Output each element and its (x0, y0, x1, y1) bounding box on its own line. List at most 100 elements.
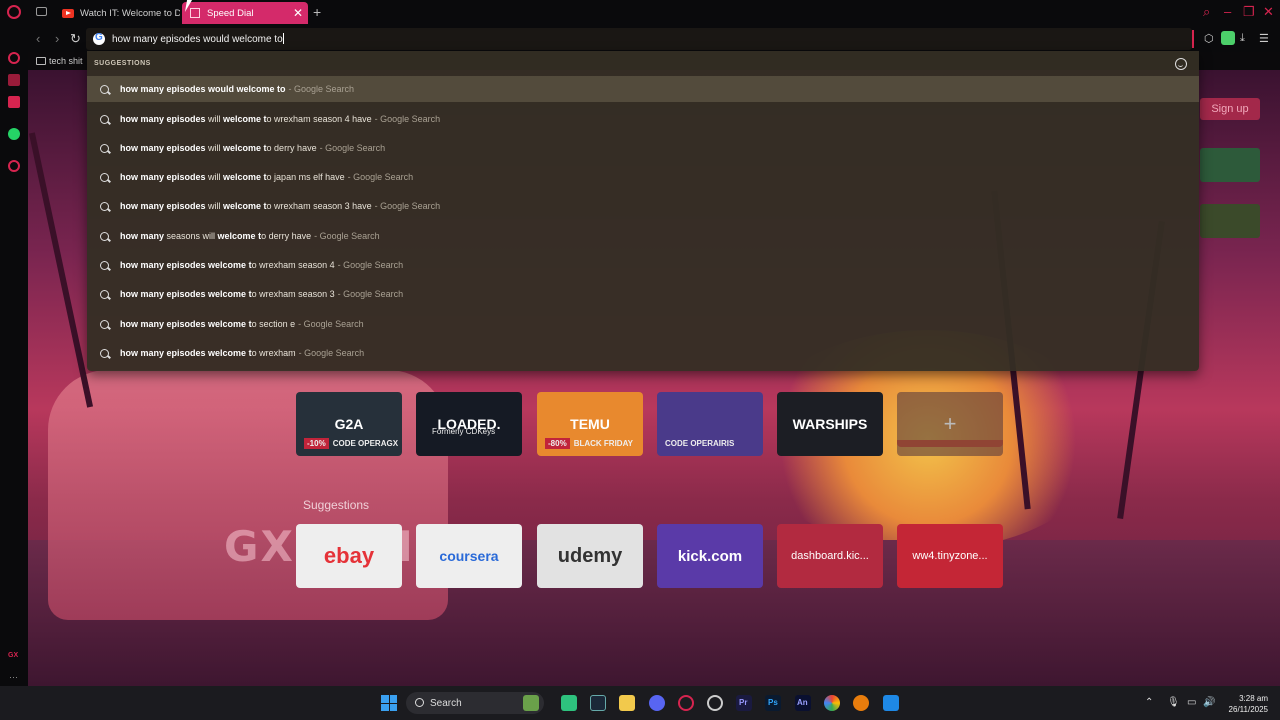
tile-caption: -80% BLACK FRIDAY (545, 438, 633, 449)
side-thumbnail[interactable] (1200, 148, 1260, 182)
speed-dial-tile-g2a[interactable]: G2A -10% CODE OPERAGX (296, 392, 402, 456)
tile-title: dashboard.kic... (791, 550, 869, 562)
speed-dial-tile-game[interactable]: CODE OPERAIRIS (657, 392, 763, 456)
gx-corner-icon[interactable] (8, 74, 20, 86)
suggestion-tile-coursera[interactable]: coursera (416, 524, 522, 588)
tray-chevron-icon[interactable]: ⌃ (1145, 697, 1153, 708)
suggestion-tile-kick[interactable]: kick.com (657, 524, 763, 588)
palm-tree (28, 132, 94, 408)
reload-icon[interactable]: ↻ (70, 31, 81, 47)
tile-title: kick.com (677, 547, 743, 565)
close-window-icon[interactable]: ✕ (1263, 4, 1274, 20)
minimize-icon[interactable]: – (1224, 4, 1231, 19)
tile-caption: Formerly CDKeys (432, 427, 496, 436)
suggestion-row[interactable]: how many episodes welcome to wrexham - G… (87, 340, 1199, 366)
microphone-icon[interactable]: 🎙 (1167, 697, 1180, 708)
mail-icon[interactable] (8, 96, 20, 108)
suggestion-row[interactable]: how many episodes welcome to wrexham sea… (87, 252, 1199, 278)
volume-icon[interactable]: 🔊 (1203, 697, 1215, 708)
whatsapp-icon[interactable] (8, 128, 20, 140)
tile-title: udemy (557, 544, 623, 567)
photoshop-icon[interactable]: Ps (765, 695, 781, 711)
search-icon (415, 698, 424, 707)
google-icon (93, 32, 105, 45)
back-icon[interactable]: ‹ (36, 31, 40, 46)
suggestion-tile-udemy[interactable]: udemy (537, 524, 643, 588)
address-input[interactable]: how many episodes would welcome to (112, 33, 284, 45)
suggestion-row[interactable]: how many seasons will welcome to derry h… (87, 223, 1199, 249)
suggestion-tile-tinyzone[interactable]: ww4.tinyzone... (897, 524, 1003, 588)
premiere-icon[interactable]: Pr (736, 695, 752, 711)
chrome-icon[interactable] (824, 695, 840, 711)
animate-icon[interactable]: An (795, 695, 811, 711)
display-icon[interactable]: ▭ (1187, 697, 1196, 708)
tile-caption: -10% CODE OPERAGX (304, 438, 398, 449)
suggestion-row[interactable]: how many episodes will welcome to japan … (87, 164, 1199, 190)
speed-dial-tile-loaded[interactable]: LOADED. Formerly CDKeys (416, 392, 522, 456)
close-tab-icon[interactable]: ✕ (293, 6, 303, 20)
opera-gx-icon[interactable] (678, 695, 694, 711)
tile-title: TEMU (570, 416, 610, 432)
gx-logo: GX (8, 652, 19, 659)
tile-title: ww4.tinyzone... (912, 550, 988, 562)
forward-icon[interactable]: › (55, 31, 59, 46)
system-clock[interactable]: 3:28 am 26/11/2025 (1229, 693, 1268, 715)
side-thumbnail[interactable] (1200, 204, 1260, 238)
discord-icon[interactable] (649, 695, 665, 711)
messenger-extension-icon[interactable] (1221, 31, 1235, 45)
suggestion-tile-ebay[interactable]: ebay (296, 524, 402, 588)
bookmark-folder-tech[interactable]: tech shit (49, 56, 83, 66)
tab-islands-icon[interactable] (36, 7, 47, 16)
emoji-icon[interactable] (1175, 58, 1187, 70)
tile-title: WARSHIPS (792, 416, 868, 432)
sidebar: GX ··· (0, 26, 28, 686)
plus-icon: + (943, 411, 957, 436)
file-explorer-icon[interactable] (619, 695, 635, 711)
signup-button[interactable]: Sign up (1200, 98, 1260, 120)
search-icon (100, 114, 109, 124)
vscode-icon[interactable] (883, 695, 899, 711)
tab-speed-dial[interactable]: Speed Dial ✕ (182, 2, 308, 24)
tile-title: coursera (439, 548, 499, 564)
download-icon[interactable]: ⤓ (1240, 32, 1245, 45)
menu-icon[interactable]: ☰ (1259, 32, 1269, 45)
suggestion-row[interactable]: how many episodes welcome to section e -… (87, 311, 1199, 337)
app-icon[interactable] (707, 695, 723, 711)
taskbar-search-label: Search (430, 698, 462, 709)
tile-title: ebay (323, 543, 375, 568)
windows-start-icon[interactable] (381, 695, 397, 711)
suggestion-row[interactable]: how many episodes will welcome to wrexha… (87, 106, 1199, 132)
more-options-icon[interactable]: ··· (9, 672, 18, 682)
mouse-cursor (184, 0, 198, 12)
widgets-icon[interactable] (523, 695, 539, 711)
suggestions-heading: Suggestions (303, 498, 370, 512)
suggestion-row[interactable]: how many episodes welcome to wrexham sea… (87, 281, 1199, 307)
add-speed-dial-button[interactable]: + (897, 392, 1003, 456)
suggestion-row[interactable]: how many episodes would welcome to - Goo… (87, 76, 1199, 102)
speed-dial-tile-warships[interactable]: WARSHIPS (777, 392, 883, 456)
maximize-icon[interactable]: ❐ (1243, 4, 1255, 20)
windows-taskbar: Search Pr Ps An ⌃ 🎙 ▭ 🔊 3:28 am 26/11/20… (0, 686, 1280, 720)
new-tab-button[interactable]: + (313, 4, 321, 20)
speed-dial-tile-temu[interactable]: TEMU -80% BLACK FRIDAY (537, 392, 643, 456)
search-icon (100, 143, 109, 153)
gx-control-icon[interactable] (8, 52, 20, 64)
blender-icon[interactable] (853, 695, 869, 711)
tile-title: G2A (334, 416, 364, 432)
search-tabs-icon[interactable]: ⌕ (1203, 4, 1210, 20)
search-icon (100, 84, 109, 94)
history-icon[interactable] (8, 160, 20, 172)
opera-menu-icon[interactable] (7, 5, 21, 19)
app-icon[interactable] (561, 695, 577, 711)
tab-bar: Watch IT: Welcome to De Speed Dial ✕ + ⌕… (0, 0, 1280, 26)
tab-youtube[interactable]: Watch IT: Welcome to De (54, 2, 180, 24)
bookmarks-bar: tech shit (28, 52, 88, 70)
extensions-icon[interactable]: ⬡ (1204, 32, 1214, 45)
address-bar[interactable]: how many episodes would welcome to (86, 28, 1192, 50)
search-icon (100, 201, 109, 211)
suggestion-row[interactable]: how many episodes will welcome to wrexha… (87, 193, 1199, 219)
suggestion-row[interactable]: how many episodes will welcome to derry … (87, 135, 1199, 161)
suggestion-tile-dashboard[interactable]: dashboard.kic... (777, 524, 883, 588)
steam-icon[interactable] (590, 695, 606, 711)
suggestions-dropdown: SUGGESTIONS how many episodes would welc… (87, 51, 1199, 371)
